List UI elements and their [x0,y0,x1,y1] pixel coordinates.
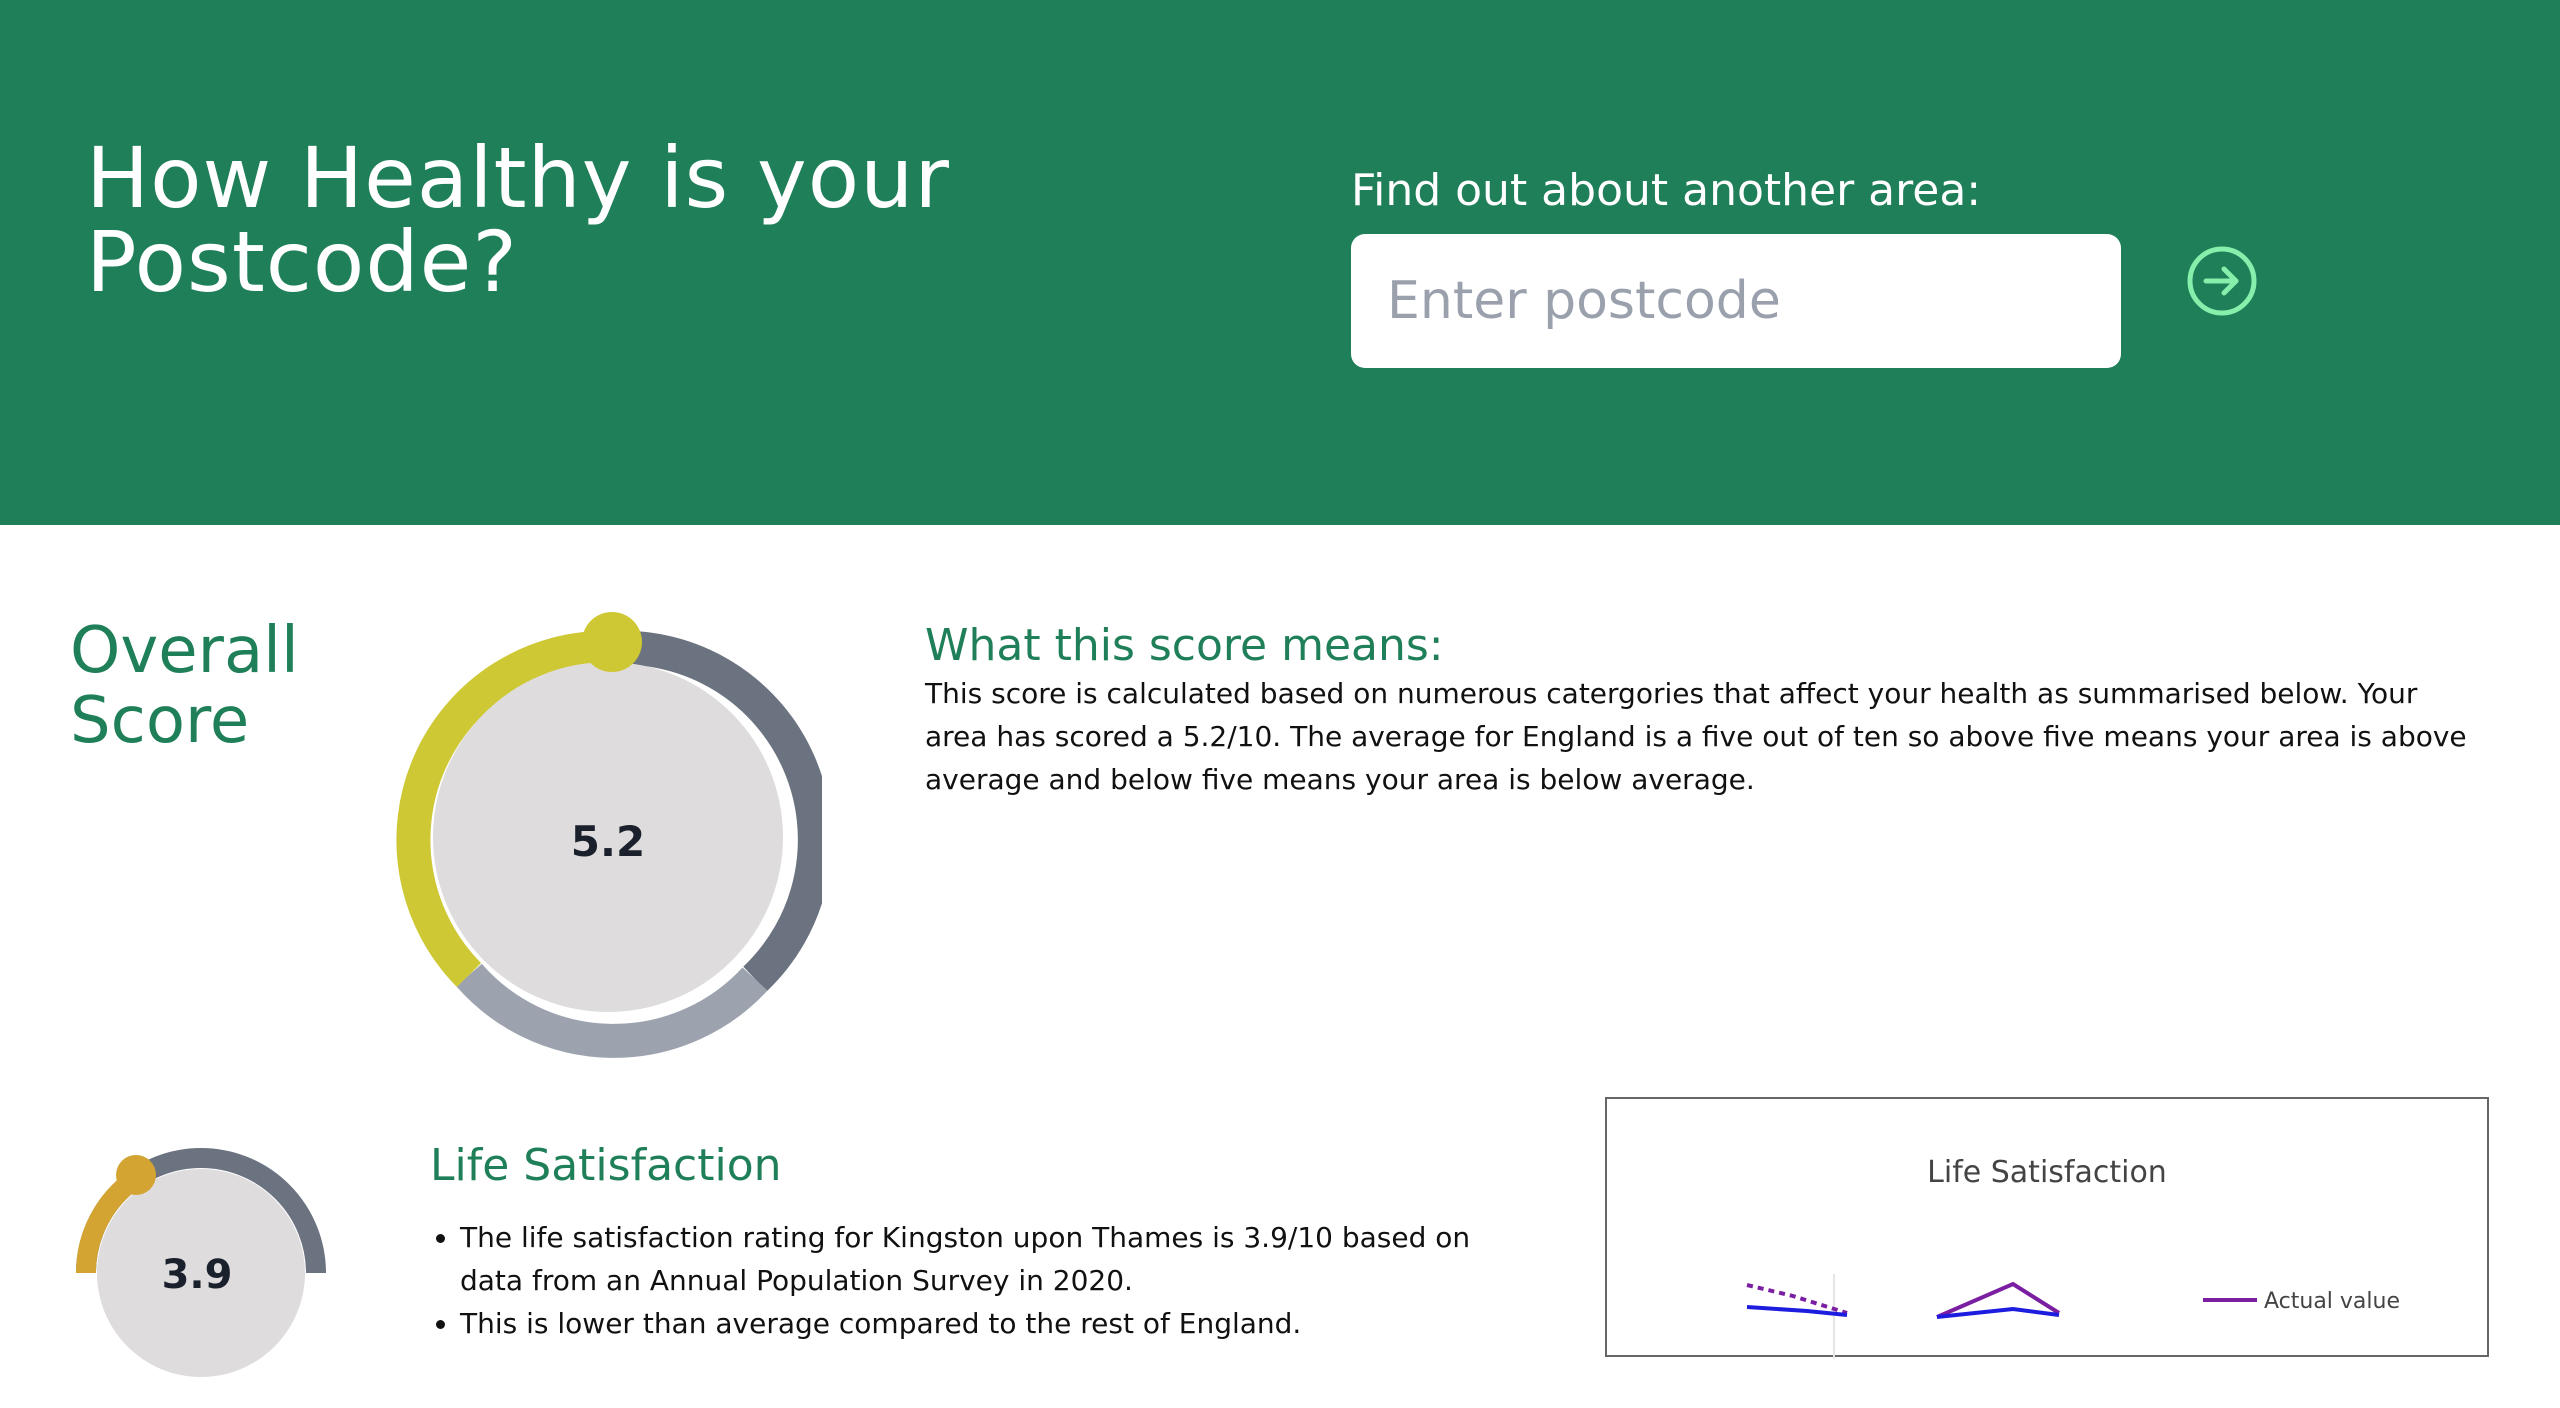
life-satisfaction-chart: Life Satisfaction Actual value [1605,1097,2489,1359]
legend-label-actual: Actual value [2264,1289,2400,1314]
list-item: This is lower than average compared to t… [460,1302,1510,1345]
arrow-right-circle-icon [2187,246,2257,316]
life-satisfaction-gauge: 3.9 [75,1148,326,1377]
search-label: Find out about another area: [1351,165,1982,216]
overall-score-gauge: 5.2 [396,612,822,1058]
gauge-knob [582,612,642,672]
life-satisfaction-list: The life satisfaction rating for Kingsto… [430,1216,1510,1345]
overall-score-value: 5.2 [571,817,645,866]
overall-score-heading: Overall Score [70,614,299,758]
gauge-knob [116,1155,156,1195]
page-title: How Healthy is your Postcode? [86,129,950,311]
go-button[interactable] [2184,243,2260,319]
list-item: The life satisfaction rating for Kingsto… [460,1216,1510,1302]
score-meaning-text: This score is calculated based on numero… [925,677,2467,796]
score-meaning-heading: What this score means: [925,620,1444,671]
postcode-input[interactable] [1351,234,2121,368]
life-satisfaction-value: 3.9 [162,1252,233,1298]
site-header: How Healthy is your Postcode? Find out a… [0,0,2560,525]
chart-plot: Actual value [1746,1274,2400,1359]
life-satisfaction-heading: Life Satisfaction [430,1140,782,1191]
